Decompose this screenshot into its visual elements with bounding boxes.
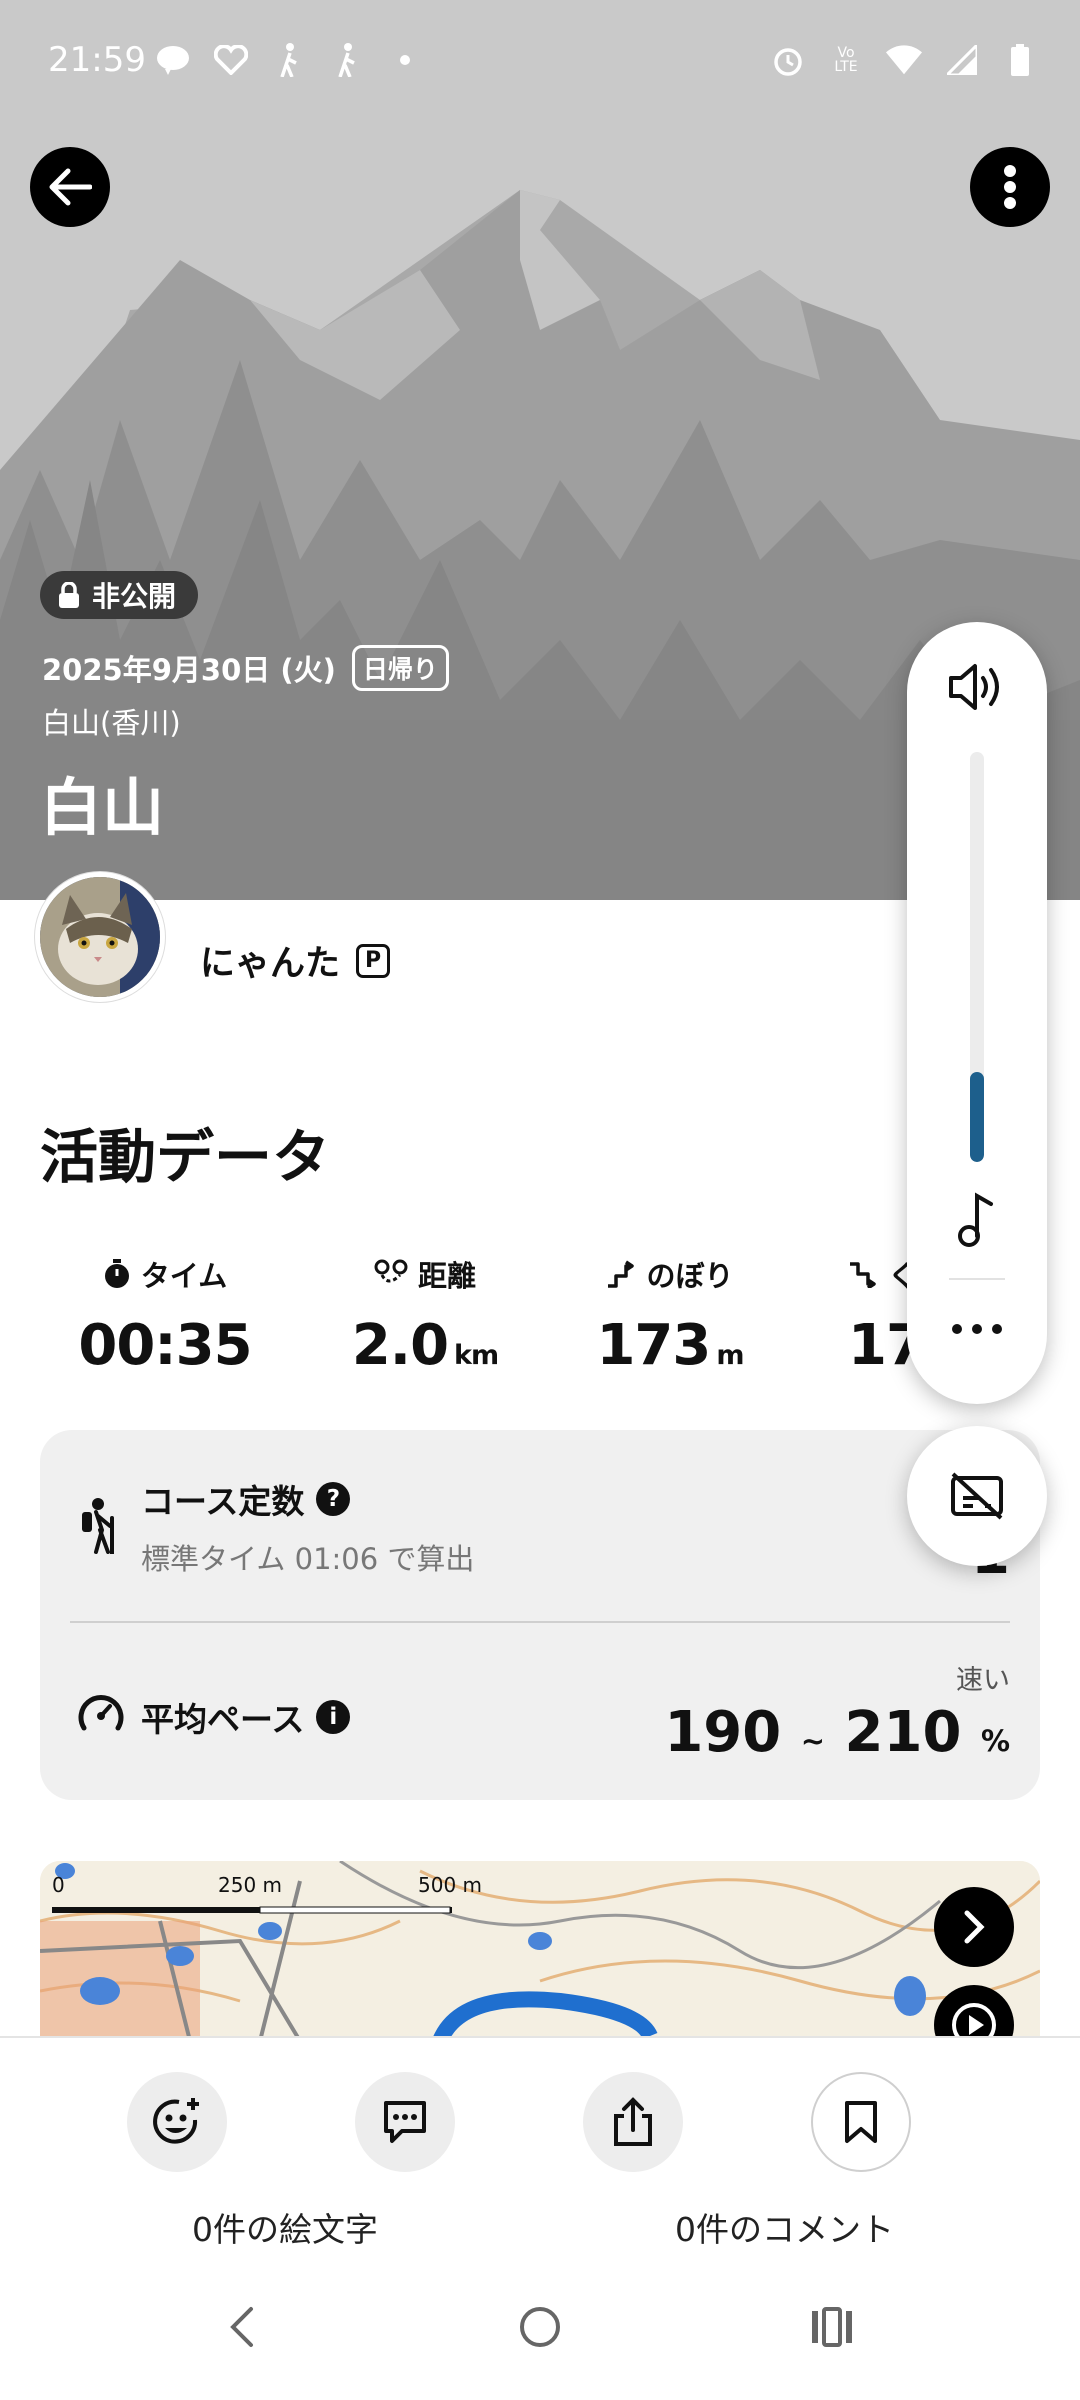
kebab-menu-icon [1004, 165, 1016, 209]
trip-type-badge: 日帰り [351, 645, 449, 691]
average-pace-value: 190 ~ 210 % [664, 1700, 1010, 1765]
line-icon [155, 42, 191, 78]
stopwatch-icon [104, 1259, 129, 1288]
info-icon[interactable]: i [316, 1700, 351, 1734]
recents-icon [812, 2307, 852, 2347]
comment-count[interactable]: 0件のコメント [675, 2203, 894, 2251]
hiker-icon [82, 1498, 114, 1554]
stat-value: 00:35 [78, 1313, 252, 1378]
descent-icon [850, 1262, 876, 1288]
cat-avatar-image [40, 877, 160, 997]
course-pace-card: コース定数 ? 標準タイム 01:06 で算出 や 1 平均ペース i 速い 1… [40, 1430, 1040, 1800]
volume-slider[interactable] [970, 752, 984, 1162]
area-name: 白山(香川) [42, 706, 181, 740]
stat-label: のぼり [646, 1259, 734, 1293]
stat-label: 距離 [417, 1259, 476, 1293]
share-icon [614, 2097, 652, 2146]
nav-recents-button[interactable] [810, 2305, 854, 2353]
activity-date: 2025年9月30日 (火) [42, 653, 336, 687]
avatar[interactable] [35, 872, 165, 1002]
map-next-button[interactable] [934, 1887, 1014, 1967]
volume-panel [907, 622, 1047, 1404]
page-title: 白山 [40, 771, 165, 844]
route-icon [374, 1259, 408, 1283]
help-icon[interactable]: ? [316, 1482, 351, 1516]
username-row[interactable]: にゃんた P [200, 935, 391, 986]
share-button[interactable] [583, 2072, 683, 2172]
route-map[interactable]: 0 250 m 500 m [40, 1861, 1040, 2041]
dot-icon [387, 42, 423, 78]
alarm-icon [770, 42, 806, 78]
volte-icon: Vo LTE [834, 45, 858, 75]
ascent-icon [608, 1260, 635, 1288]
scale-label-500: 500 m [418, 1873, 483, 1897]
arrow-left-icon [49, 168, 92, 206]
emoji-count[interactable]: 0件の絵文字 [192, 2203, 378, 2251]
activity-date-row: 2025年9月30日 (火) 日帰り [42, 645, 449, 691]
divider [70, 1621, 1010, 1623]
stat-value: 2.0 [351, 1313, 449, 1378]
heart-app-icon [213, 42, 249, 78]
privacy-label: 非公開 [92, 580, 177, 613]
status-time: 21:59 [48, 40, 146, 80]
chevron-right-icon [964, 1910, 985, 1944]
wifi-icon [886, 42, 922, 78]
add-emoji-button[interactable] [127, 2072, 227, 2172]
comment-icon [384, 2101, 426, 2143]
signal-icon [944, 42, 980, 78]
standard-time-note: 標準タイム 01:06 で算出 [141, 1542, 475, 1576]
chevron-left-icon [230, 2307, 253, 2347]
back-button[interactable] [30, 147, 110, 227]
speed-label: 速い [956, 1665, 1010, 1696]
volume-level [970, 1072, 984, 1162]
captions-off-icon [951, 1472, 1003, 1520]
status-bar: 21:59 Vo LTE [0, 0, 1080, 120]
premium-badge: P [356, 943, 391, 978]
stat-label: タイム [140, 1259, 228, 1293]
stat-value: 173 [596, 1313, 711, 1378]
average-pace-label: 平均ペース [141, 1700, 305, 1739]
comment-button[interactable] [355, 2072, 455, 2172]
stat-ascent: のぼり 173 m [550, 1253, 790, 1378]
live-caption-button[interactable] [907, 1426, 1047, 1566]
battery-icon [1002, 42, 1038, 78]
course-constant-label: コース定数 [141, 1482, 305, 1521]
music-note-icon[interactable] [957, 1192, 997, 1248]
more-horizontal-icon[interactable] [951, 1322, 1003, 1336]
username: にゃんた [200, 944, 341, 984]
bookmark-button[interactable] [811, 2072, 911, 2172]
scale-label-0: 0 [52, 1873, 65, 1897]
lock-icon [59, 582, 79, 608]
walking-icon [271, 42, 307, 78]
privacy-badge: 非公開 [40, 571, 199, 619]
nav-home-button[interactable] [518, 2305, 562, 2353]
stat-time: タイム 00:35 [45, 1253, 285, 1378]
emoji-add-icon [153, 2098, 199, 2144]
nav-back-button[interactable] [225, 2305, 259, 2353]
map-image [40, 1861, 1040, 2041]
stat-distance: 距離 2.0 km [305, 1253, 545, 1378]
scale-label-250: 250 m [218, 1873, 283, 1897]
play-icon [952, 2003, 996, 2041]
notification-icons [155, 42, 423, 78]
home-circle-icon [520, 2307, 560, 2347]
speaker-icon[interactable] [947, 662, 1007, 712]
stat-unit: m [716, 1340, 744, 1371]
system-icons: Vo LTE [770, 42, 1038, 78]
stat-unit: km [454, 1340, 499, 1371]
bookmark-icon [845, 2101, 877, 2143]
divider [949, 1278, 1005, 1280]
section-title-activity: 活動データ [40, 1123, 331, 1191]
walking-icon-2 [329, 42, 365, 78]
more-options-button[interactable] [970, 147, 1050, 227]
gauge-icon [78, 1695, 124, 1731]
